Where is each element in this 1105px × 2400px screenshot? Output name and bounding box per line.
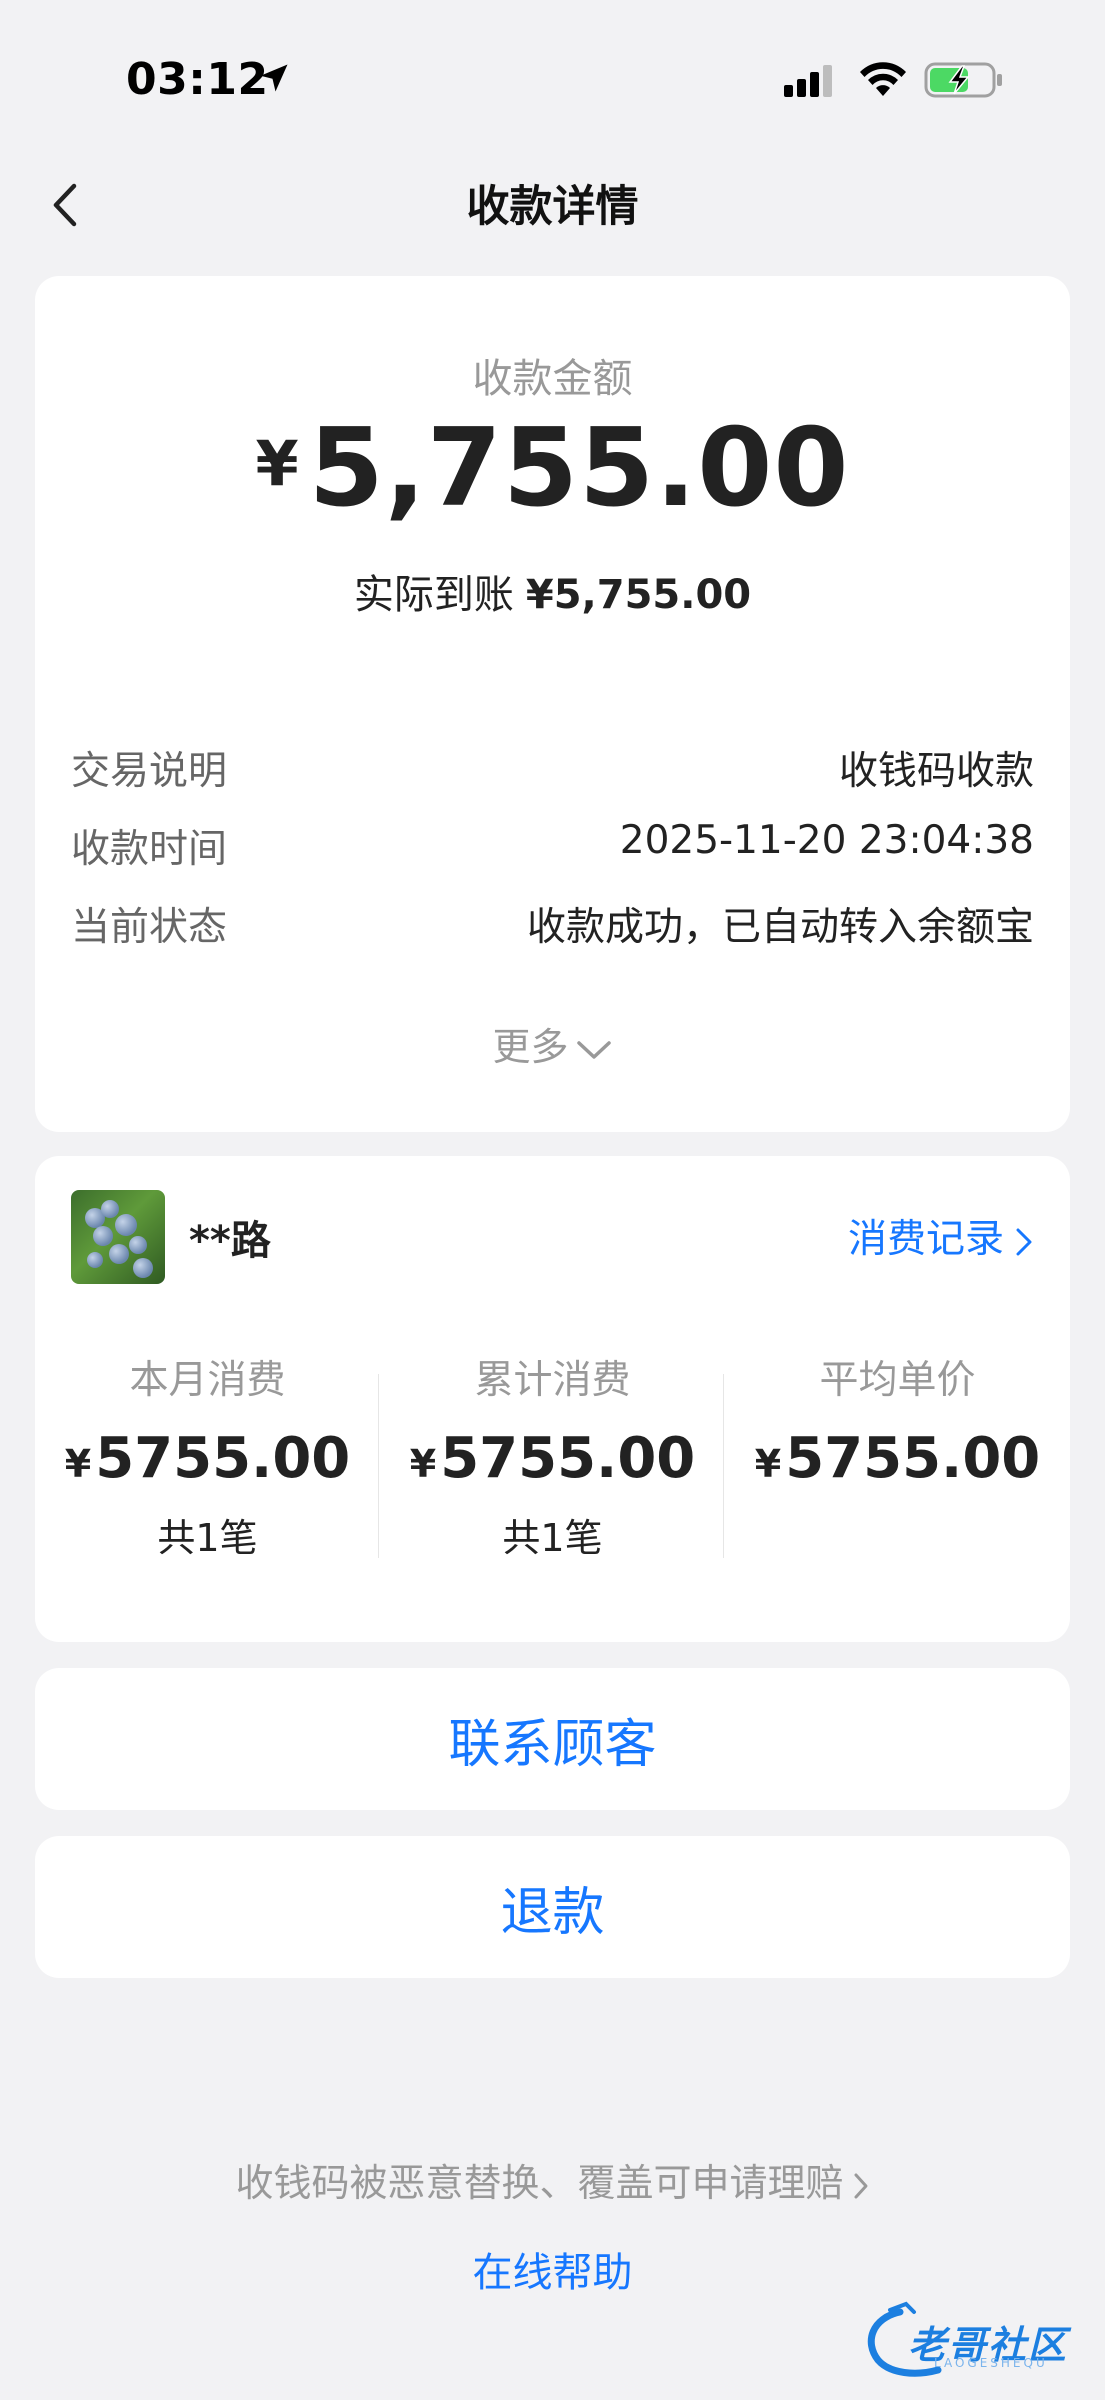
detail-row-time: 收款时间 2025-11-20 23:04:38: [71, 818, 1034, 878]
chevron-right-icon: [854, 2173, 867, 2198]
stat-monthly: 本月消费 ¥5755.00 共1笔: [35, 1356, 380, 1563]
customer-name: **路: [189, 1218, 271, 1264]
consumption-records-link[interactable]: 消费记录: [848, 1208, 1034, 1264]
stat-label: 累计消费: [474, 1358, 631, 1403]
amount-value: 5,755.00: [308, 406, 850, 531]
stat-total: 累计消费 ¥5755.00 共1笔: [380, 1356, 725, 1563]
online-help-link[interactable]: 在线帮助: [0, 2240, 1105, 2298]
detail-row-description: 交易说明 收钱码收款: [71, 740, 1034, 800]
stat-value: ¥5755.00: [35, 1428, 380, 1503]
avatar[interactable]: [71, 1190, 165, 1284]
cellular-signal-icon: [784, 65, 832, 97]
stat-divider: [723, 1374, 724, 1558]
actual-received-row: 实际到账 ¥5,755.00: [35, 562, 1070, 620]
stat-count: 共1笔: [502, 1516, 603, 1560]
stat-divider: [378, 1374, 379, 1558]
status-bar: 03:12: [0, 0, 1105, 160]
detail-row-status: 当前状态 收款成功，已自动转入余额宝: [71, 896, 1034, 956]
customer-card: **路 消费记录 本月消费 ¥5755.00 共1笔 累计消费 ¥5755.00…: [35, 1156, 1070, 1642]
stat-currency: ¥: [64, 1442, 92, 1486]
chevron-down-icon: [576, 1040, 611, 1059]
detail-label: 当前状态: [71, 905, 228, 950]
stat-number: 5755.00: [95, 1426, 351, 1491]
stat-label: 平均单价: [819, 1358, 976, 1403]
detail-label: 收款时间: [71, 827, 228, 872]
stat-currency: ¥: [754, 1442, 782, 1486]
detail-value: 2025-11-20 23:04:38: [619, 818, 1034, 863]
location-arrow-icon: [260, 64, 288, 92]
stat-value: ¥5755.00: [380, 1428, 725, 1503]
status-time: 03:12: [126, 54, 269, 105]
stat-number: 5755.00: [440, 1426, 696, 1491]
records-link-label: 消费记录: [847, 1217, 1004, 1262]
more-label: 更多: [492, 1025, 569, 1069]
chevron-right-icon: [1016, 1228, 1032, 1255]
contact-customer-button[interactable]: 联系顾客: [35, 1668, 1070, 1810]
stat-value: ¥5755.00: [725, 1428, 1070, 1503]
amount-row: ¥5,755.00: [35, 406, 1070, 531]
stat-currency: ¥: [409, 1442, 437, 1486]
detail-value: 收钱码收款: [838, 749, 1034, 794]
stat-number: 5755.00: [785, 1426, 1041, 1491]
actual-received-amount: ¥5,755.00: [525, 572, 752, 618]
watermark-subtext: LAOGESHEQU: [934, 2356, 1048, 2370]
amount-label: 收款金额: [472, 356, 633, 402]
wifi-icon: [860, 62, 906, 96]
detail-label: 交易说明: [71, 749, 228, 794]
payment-summary-card: 收款金额 ¥5,755.00 实际到账 ¥5,755.00 交易说明 收钱码收款 …: [35, 276, 1070, 1132]
actual-received-label: 实际到账: [353, 572, 514, 618]
watermark-logo: 老哥社区 LAOGESHEQU: [860, 2300, 1090, 2380]
claim-link-label: 收钱码被恶意替换、覆盖可申请理赔: [235, 2161, 844, 2205]
nav-bar: 收款详情: [0, 160, 1105, 270]
detail-value: 收款成功，已自动转入余额宝: [526, 905, 1034, 950]
stat-label: 本月消费: [129, 1358, 286, 1403]
stat-average: 平均单价 ¥5755.00: [725, 1356, 1070, 1503]
stat-count: 共1笔: [157, 1516, 258, 1560]
battery-charging-icon: [924, 62, 1002, 98]
page-title: 收款详情: [466, 182, 639, 232]
claim-link[interactable]: 收钱码被恶意替换、覆盖可申请理赔: [0, 2152, 1105, 2207]
refund-button[interactable]: 退款: [35, 1836, 1070, 1978]
more-toggle-button[interactable]: 更多: [35, 1016, 1070, 1071]
amount-currency: ¥: [255, 427, 299, 500]
